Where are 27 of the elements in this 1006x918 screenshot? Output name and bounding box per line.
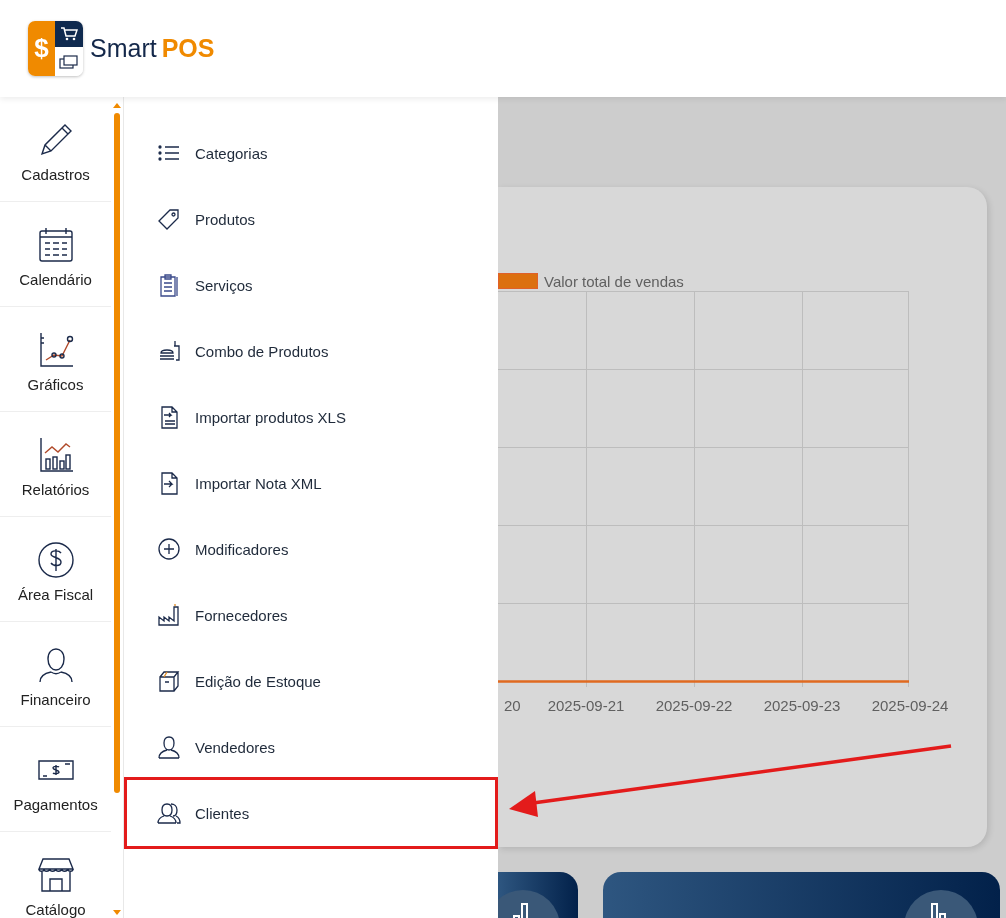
sidebar-item[interactable]: Relatórios (0, 412, 112, 517)
submenu-item[interactable]: Edição de Estoque (124, 648, 498, 714)
logo-text: Smart (90, 34, 157, 63)
sidebar-item[interactable]: Cadastros (0, 97, 112, 202)
sidebar-item[interactable]: Gráficos (0, 307, 112, 412)
submenu-item[interactable]: Categorias (124, 120, 498, 186)
legend-label: Valor total de vendas (544, 272, 684, 290)
submenu-item[interactable]: Clientes (124, 777, 498, 849)
sidebar-item[interactable]: Catálogo (0, 832, 112, 918)
submenu-item[interactable]: Importar produtos XLS (124, 384, 498, 450)
submenu-item[interactable]: Serviços (124, 252, 498, 318)
sidebar-item[interactable]: Pagamentos (0, 727, 112, 832)
sidebar-item[interactable]: Calendário (0, 202, 112, 307)
submenu-item[interactable]: Modificadores (124, 516, 498, 582)
axis-label: 2025-09-23 (762, 697, 842, 714)
axis-label: 2025-09-21 (546, 697, 626, 714)
axis-label: 2025-09-24 (870, 697, 950, 714)
submenu-item[interactable]: Vendedores (124, 714, 498, 780)
sidebar-item[interactable]: Financeiro (0, 622, 112, 727)
submenu-item[interactable]: Importar Nota XML (124, 450, 498, 516)
submenu-item[interactable]: Combo de Produtos (124, 318, 498, 384)
logo-text-accent: POS (161, 34, 215, 63)
axis-label: 2025-09-22 (654, 697, 734, 714)
submenu-item[interactable]: Fornecedores (124, 582, 498, 648)
axis-label: 20 (503, 697, 522, 714)
submenu-item[interactable]: Produtos (124, 186, 498, 252)
sidebar-item[interactable]: Área Fiscal (0, 517, 112, 622)
